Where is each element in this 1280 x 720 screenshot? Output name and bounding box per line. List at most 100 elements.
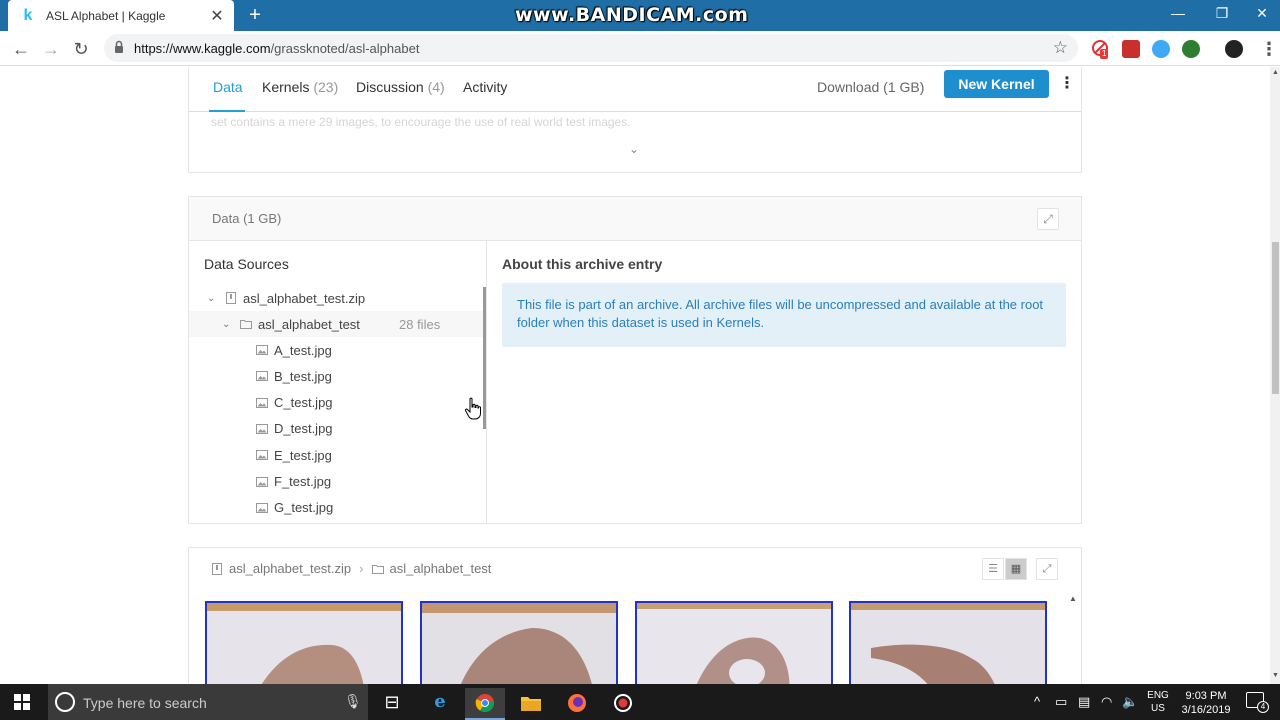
fullscreen-icon[interactable]: ⤢ [1037, 208, 1059, 230]
restore-icon[interactable]: ❐ [1200, 0, 1244, 28]
tree-item-file[interactable]: D_test.jpg [252, 416, 472, 442]
tree-item-label: D_test.jpg [274, 421, 333, 437]
scroll-up-arrow-icon[interactable]: ▲ [1271, 69, 1280, 76]
tab-close-icon[interactable]: ✕ [208, 6, 226, 26]
breadcrumb-folder[interactable]: asl_alphabet_test [390, 561, 492, 576]
file-explorer-icon[interactable] [511, 688, 551, 720]
lock-icon [115, 40, 123, 53]
about-title: About this archive entry [502, 256, 663, 272]
tree-item-label: A_test.jpg [274, 342, 332, 358]
extension-adblock-icon[interactable]: 1 [1092, 40, 1110, 59]
download-link[interactable]: Download (1 GB) [817, 79, 924, 95]
extension-badge: 1 [1100, 49, 1109, 59]
profile-avatar[interactable] [1225, 40, 1243, 58]
description-faded-text: set contains a mere 29 images, to encour… [211, 115, 631, 129]
tree-item-file[interactable]: A_test.jpg [252, 337, 472, 363]
taskbar-search-placeholder: Type here to search [83, 695, 207, 711]
image-thumbnail[interactable] [849, 601, 1047, 684]
battery-icon[interactable]: ▭ [1055, 694, 1067, 710]
tree-item-label: asl_alphabet_test.zip [243, 290, 366, 306]
expand-chevron-icon[interactable]: ⌄ [629, 142, 639, 156]
more-options-icon[interactable]: ⋮ [1059, 73, 1075, 95]
browser-titlebar: k ASL Alphabet | Kaggle ✕ + www.BANDICAM… [0, 0, 1280, 31]
reload-icon[interactable]: ↻ [68, 36, 94, 62]
edge-icon[interactable]: e [420, 688, 460, 720]
notification-badge: 4 [1257, 701, 1269, 713]
taskbar-search[interactable]: Type here to search 🎙 [48, 684, 368, 720]
extension-globe-icon[interactable] [1152, 40, 1170, 58]
list-view-icon[interactable]: ☰ [982, 558, 1004, 580]
new-tab-button[interactable]: + [244, 4, 266, 26]
chevron-down-icon[interactable]: ⌄ [222, 319, 236, 330]
page-scrollbar[interactable]: ▲ ▼ [1270, 67, 1280, 684]
clock-time: 9:03 PM [1185, 690, 1227, 702]
wifi-icon[interactable]: ◠ [1101, 694, 1112, 710]
folder-file-count: 28 files [399, 317, 441, 332]
image-file-icon [256, 423, 268, 434]
system-clock[interactable]: 9:03 PM 3/16/2019 [1178, 689, 1234, 717]
notification-center-icon[interactable]: 4 [1246, 692, 1269, 713]
tree-item-file[interactable]: E_test.jpg [252, 442, 472, 468]
tree-item-label: C_test.jpg [274, 395, 333, 411]
folder-icon [240, 320, 252, 329]
image-thumbnail[interactable] [635, 601, 833, 684]
tab-data[interactable]: Data [213, 79, 243, 95]
tree-item-folder[interactable]: ⌄ asl_alphabet_test 28 files [189, 311, 483, 337]
tree-item-file[interactable]: B_test.jpg [252, 363, 472, 389]
scrollbar-thumb[interactable] [1272, 242, 1279, 394]
chrome-icon[interactable] [465, 688, 505, 720]
show-hidden-icons-icon[interactable]: ^ [1034, 694, 1040, 709]
browser-tab[interactable]: k ASL Alphabet | Kaggle ✕ [8, 0, 234, 31]
address-bar[interactable]: https://www.kaggle.com/grassknoted/asl-a… [104, 34, 1078, 62]
tab-activity[interactable]: Activity [463, 79, 507, 95]
breadcrumb: asl_alphabet_test.zip › asl_alphabet_tes… [211, 561, 491, 576]
tree-item-file[interactable]: C_test.jpg [252, 390, 472, 416]
windows-start-icon[interactable] [14, 694, 30, 710]
firefox-icon[interactable] [557, 688, 597, 720]
scroll-up-arrow-icon[interactable]: ▲ [1069, 594, 1077, 603]
hand-cursor-icon [464, 397, 481, 420]
cortana-icon [55, 692, 75, 712]
input-language[interactable]: ENG US [1146, 689, 1170, 715]
tab-title: ASL Alphabet | Kaggle [46, 8, 166, 23]
kaggle-favicon-icon: k [23, 6, 33, 24]
window-close-icon[interactable]: ✕ [1240, 0, 1280, 28]
folder-icon [371, 564, 384, 574]
zip-file-icon [226, 292, 236, 304]
image-file-icon [256, 450, 268, 461]
clock-date: 3/16/2019 [1181, 704, 1231, 716]
url-text: https://www.kaggle.com/grassknoted/asl-a… [134, 41, 420, 56]
chevron-down-icon[interactable]: ⌄ [207, 293, 221, 304]
new-kernel-button[interactable]: New Kernel [944, 70, 1049, 98]
tree-item-label: G_test.jpg [274, 500, 334, 516]
tree-item-label: E_test.jpg [274, 447, 332, 463]
volume-icon[interactable]: 🔈 [1122, 694, 1138, 710]
forward-arrow-icon[interactable]: → [38, 36, 64, 62]
tree-item-file[interactable]: G_test.jpg [252, 495, 472, 521]
image-thumbnail[interactable] [205, 601, 403, 684]
task-view-icon[interactable]: ⊟ [372, 688, 412, 720]
minimize-icon[interactable]: — [1156, 0, 1200, 28]
chrome-menu-icon[interactable]: ⋮ [1256, 36, 1280, 62]
bandicam-record-icon[interactable] [603, 688, 643, 720]
zip-file-icon [212, 562, 222, 575]
tree-item-zip[interactable]: ⌄ asl_alphabet_test.zip [207, 285, 477, 311]
bookmark-star-icon[interactable]: ☆ [1053, 38, 1068, 58]
grid-view-icon[interactable]: ▦ [1005, 558, 1027, 580]
tab-discussion[interactable]: Discussion (4) [356, 79, 445, 95]
breadcrumb-zip[interactable]: asl_alphabet_test.zip [229, 561, 351, 576]
back-arrow-icon[interactable]: ← [8, 36, 34, 62]
image-file-icon [256, 397, 268, 408]
microphone-icon[interactable]: 🎙 [344, 693, 362, 710]
image-thumbnail[interactable] [420, 601, 618, 684]
extension-earth-icon[interactable] [1182, 40, 1200, 58]
tree-scrollbar[interactable] [483, 287, 486, 429]
data-card: Data (1 GB) ⤢ Data Sources ⌄ asl_alphabe… [188, 196, 1082, 524]
scroll-down-arrow-icon[interactable]: ▼ [1271, 672, 1280, 679]
fullscreen-icon[interactable]: ⤢ [1036, 558, 1058, 580]
keyboard-icon[interactable]: ▤ [1078, 694, 1090, 710]
extension-pdf-icon[interactable] [1122, 40, 1140, 58]
tab-kernels[interactable]: Kernels (23) [262, 79, 338, 95]
windows-taskbar: Type here to search 🎙 ⊟ e ^ ▭ ▤ ◠ 🔈 ENG … [0, 684, 1280, 720]
tree-item-file[interactable]: F_test.jpg [252, 469, 472, 495]
